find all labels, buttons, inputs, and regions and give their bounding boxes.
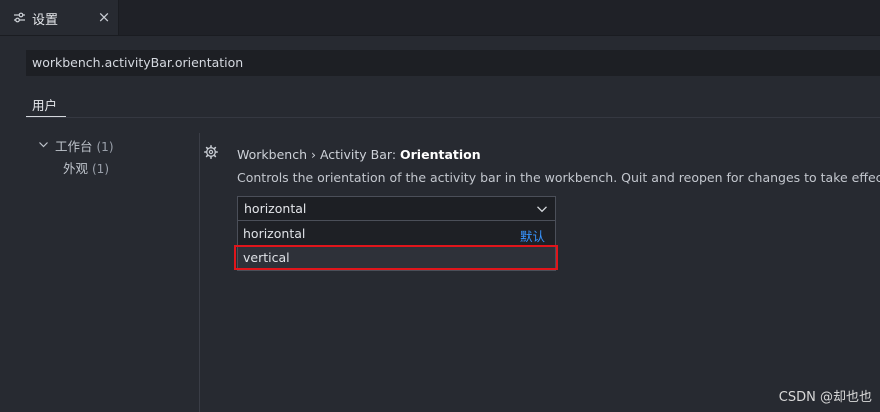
toc-item-appearance[interactable]: 外观 (1) bbox=[63, 158, 109, 177]
toc-item-appearance-label: 外观 bbox=[63, 161, 89, 176]
toc-item-workbench-count: (1) bbox=[96, 140, 114, 154]
option-horizontal[interactable]: horizontal 默认 bbox=[238, 222, 555, 246]
watermark: CSDN @却也也 bbox=[778, 390, 872, 405]
settings-sliders-icon bbox=[14, 12, 25, 23]
tab-user-label: 用户 bbox=[32, 98, 58, 113]
setting-title: Workbench › Activity Bar: Orientation bbox=[237, 147, 481, 162]
editor-tab-bar: 设置 × bbox=[0, 0, 880, 36]
default-badge: 默认 bbox=[519, 229, 545, 244]
toc-item-workbench[interactable]: 工作台 (1) bbox=[55, 136, 114, 155]
setting-description: Controls the orientation of the activity… bbox=[237, 170, 880, 185]
annotation-highlight bbox=[234, 245, 558, 270]
toc-divider bbox=[199, 133, 200, 412]
settings-tab[interactable]: 设置 × bbox=[0, 0, 119, 35]
header-divider bbox=[26, 117, 880, 118]
gear-icon[interactable] bbox=[204, 145, 218, 159]
close-icon[interactable]: × bbox=[96, 9, 112, 25]
setting-title-prefix: Workbench › Activity Bar: bbox=[237, 147, 401, 162]
chevron-down-icon bbox=[537, 206, 547, 213]
chevron-down-icon[interactable] bbox=[38, 139, 49, 150]
orientation-select[interactable]: horizontal bbox=[237, 196, 556, 221]
toc-item-appearance-count: (1) bbox=[92, 162, 109, 176]
settings-tab-label: 设置 bbox=[32, 13, 59, 28]
tab-user[interactable]: 用户 bbox=[26, 93, 66, 117]
toc-item-workbench-label: 工作台 bbox=[55, 139, 93, 154]
option-horizontal-label: horizontal bbox=[243, 226, 306, 241]
setting-title-name: Orientation bbox=[400, 147, 481, 162]
select-current-value: horizontal bbox=[244, 201, 307, 216]
settings-search-input[interactable]: workbench.activityBar.orientation bbox=[26, 50, 880, 76]
